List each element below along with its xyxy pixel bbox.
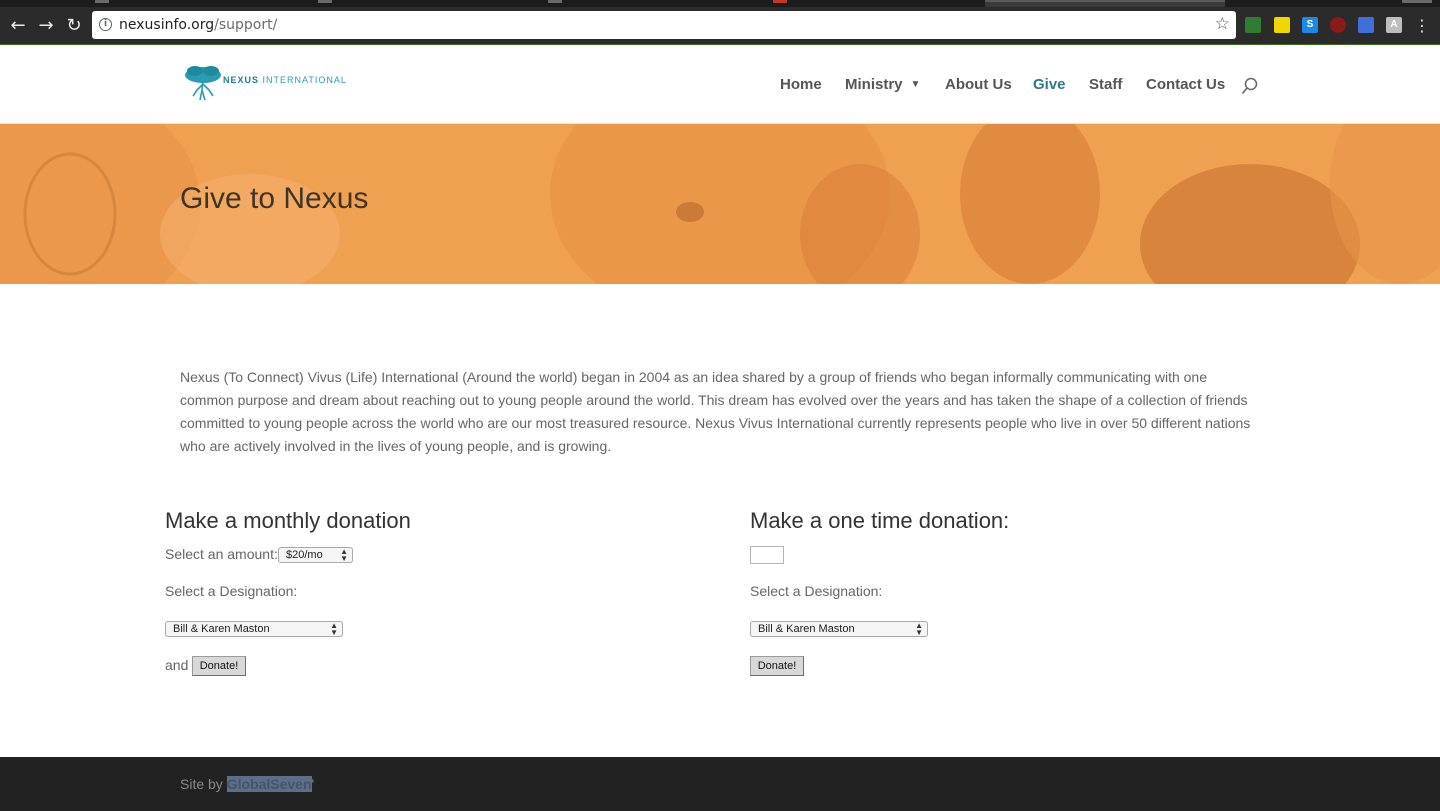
- tab-favicon[interactable]: [318, 0, 332, 3]
- one-time-donation-section: Make a one time donation: Select a Desig…: [750, 508, 1250, 676]
- forward-icon[interactable]: →: [34, 14, 58, 38]
- one-time-designation-select[interactable]: Bill & Karen Maston ▲ ▼: [750, 621, 928, 637]
- designation-select-value: Bill & Karen Maston: [173, 623, 270, 635]
- one-time-donate-button[interactable]: Donate!: [750, 656, 804, 676]
- nav-ministry-label: Ministry: [845, 76, 903, 93]
- skype-extension-icon[interactable]: S: [1302, 17, 1318, 33]
- site-header: NEXUS INTERNATIONAL Home Ministry ▼ About…: [0, 45, 1440, 124]
- select-arrows-icon: ▲ ▼: [330, 621, 338, 637]
- calendar-extension-icon[interactable]: [1358, 17, 1374, 33]
- nav-ministry[interactable]: Ministry ▼: [845, 76, 920, 93]
- font-extension-icon[interactable]: A: [1386, 17, 1402, 33]
- notes-extension-icon[interactable]: [1274, 17, 1290, 33]
- site-logo[interactable]: NEXUS INTERNATIONAL: [183, 62, 346, 104]
- amount-select[interactable]: $20/mo ▲ ▼: [278, 547, 353, 563]
- footer-credit: Site by GlobalSeven': [180, 776, 314, 792]
- info-icon[interactable]: i: [99, 18, 112, 31]
- tree-logo-icon: [185, 66, 221, 101]
- amount-label: Select an amount:: [165, 546, 278, 562]
- url-text[interactable]: nexusinfo.org/support/: [119, 17, 277, 33]
- designation-select-value: Bill & Karen Maston: [758, 623, 855, 635]
- nav-home[interactable]: Home: [780, 76, 822, 93]
- tab-favicon[interactable]: [95, 0, 109, 3]
- logo-wordmark: NEXUS INTERNATIONAL: [223, 75, 347, 85]
- footer-credit-suffix: ': [311, 776, 315, 792]
- menu-icon[interactable]: ⋮: [1410, 14, 1434, 38]
- monthly-donation-heading: Make a monthly donation: [165, 508, 411, 533]
- ublock-extension-icon[interactable]: [1330, 17, 1346, 33]
- tab-favicon[interactable]: [548, 0, 562, 3]
- address-bar[interactable]: i nexusinfo.org/support/ ☆: [92, 11, 1236, 39]
- search-icon[interactable]: [1241, 77, 1259, 95]
- amount-select-value: $20/mo: [286, 549, 323, 561]
- one-time-donation-heading: Make a one time donation:: [750, 508, 1010, 533]
- page-title: Give to Nexus: [180, 182, 369, 215]
- window-controls[interactable]: [1402, 0, 1432, 3]
- nav-about-us[interactable]: About Us: [945, 76, 1012, 93]
- one-time-amount-input[interactable]: [750, 546, 784, 564]
- bookmark-star-icon[interactable]: ☆: [1215, 14, 1230, 34]
- designation-label: Select a Designation:: [750, 583, 883, 599]
- intro-paragraph: Nexus (To Connect) Vivus (Life) Internat…: [180, 369, 1251, 454]
- nav-give[interactable]: Give: [1033, 76, 1066, 93]
- footer-credit-link[interactable]: GlobalSeven: [226, 776, 312, 792]
- designation-label: Select a Designation:: [165, 583, 298, 599]
- monthly-donation-section: Make a monthly donation Select an amount…: [165, 508, 665, 676]
- footer-credit-prefix: Site by: [180, 776, 227, 792]
- site-footer: Site by GlobalSeven': [0, 757, 1440, 811]
- nav-contact-us[interactable]: Contact Us: [1146, 76, 1225, 93]
- browser-toolbar: ← → ↻ i nexusinfo.org/support/ ☆ S A ⋮: [0, 7, 1440, 44]
- active-tab[interactable]: [985, 0, 1225, 7]
- nav-staff[interactable]: Staff: [1089, 76, 1122, 93]
- back-icon[interactable]: ←: [6, 14, 30, 38]
- chevron-down-icon: ▼: [910, 79, 921, 90]
- and-label: and: [165, 657, 189, 673]
- reload-icon[interactable]: ↻: [62, 14, 86, 38]
- browser-tab-strip: [0, 0, 1440, 7]
- hero-banner: Give to Nexus: [0, 124, 1440, 284]
- select-arrows-icon: ▲ ▼: [915, 621, 923, 637]
- monthly-designation-select[interactable]: Bill & Karen Maston ▲ ▼: [165, 621, 343, 637]
- evernote-extension-icon[interactable]: [1245, 17, 1261, 33]
- monthly-donate-button[interactable]: Donate!: [192, 656, 246, 676]
- tab-favicon[interactable]: [773, 0, 787, 3]
- select-arrows-icon: ▲ ▼: [340, 547, 348, 563]
